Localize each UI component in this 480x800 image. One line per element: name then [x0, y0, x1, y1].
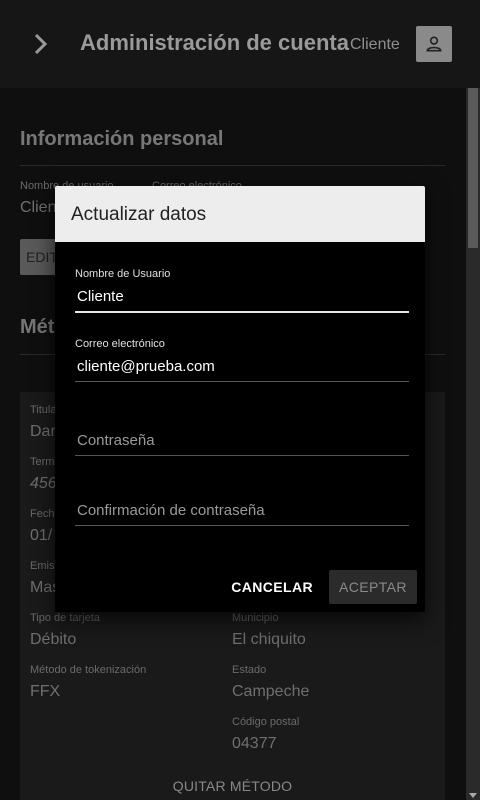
page-title: Administración de cuenta — [80, 30, 349, 55]
holder-value: Dar — [30, 423, 56, 440]
divider — [20, 165, 445, 166]
scroll-down-arrow-icon[interactable] — [469, 793, 477, 798]
terminal-value: 456 — [30, 475, 57, 492]
zip-value: 04377 — [232, 735, 277, 752]
scrollbar-thumb[interactable] — [468, 88, 478, 248]
card-type-label: Tipo de tarjeta — [30, 612, 100, 624]
remove-method-button[interactable]: QUITAR MÉTODO — [20, 778, 445, 794]
app-bar: Administración de cuenta Cliente — [0, 0, 480, 88]
person-icon — [426, 36, 442, 52]
state-value: Campeche — [232, 683, 310, 700]
dialog-actions: CANCELAR ACEPTAR — [231, 570, 417, 604]
card-type-value: Débito — [30, 631, 77, 648]
tokenization-label: Método de tokenización — [30, 664, 147, 676]
email-field: Correo electrónico — [75, 338, 409, 382]
user-name-label: Cliente — [350, 36, 400, 53]
username-field-label: Nombre de Usuario — [75, 268, 171, 280]
email-field-label: Correo electrónico — [75, 338, 165, 350]
municipality-value: El chiquito — [232, 631, 306, 648]
dialog-title: Actualizar datos — [71, 204, 207, 225]
username-value: Clien — [20, 199, 57, 216]
state-label: Estado — [232, 664, 267, 676]
issuer-label: Emis — [30, 560, 55, 572]
password-field — [75, 424, 409, 456]
field-underline — [75, 455, 409, 456]
username-field: Nombre de Usuario — [75, 268, 409, 313]
tokenization-value: FFX — [30, 683, 61, 700]
field-underline — [75, 311, 409, 313]
accept-button[interactable]: ACEPTAR — [329, 570, 417, 604]
field-underline — [75, 525, 409, 526]
page-scrollbar[interactable] — [466, 88, 480, 800]
username-input[interactable] — [75, 280, 409, 311]
password-confirm-input[interactable] — [75, 494, 409, 525]
cancel-button[interactable]: CANCELAR — [231, 571, 313, 603]
email-input[interactable] — [75, 350, 409, 381]
dialog-header: Actualizar datos — [55, 186, 425, 242]
update-data-dialog: Actualizar datos Nombre de Usuario Corre… — [55, 186, 425, 612]
terminal-label: Term — [30, 456, 55, 468]
municipality-label: Municipio — [232, 612, 279, 624]
payment-methods-title: Mét — [20, 316, 55, 338]
password-input[interactable] — [75, 424, 409, 455]
field-underline — [75, 381, 409, 382]
chevron-right-icon[interactable] — [30, 32, 52, 56]
zip-label: Código postal — [232, 716, 300, 728]
date-value: 01/ — [30, 527, 53, 544]
password-confirm-field — [75, 494, 409, 526]
holder-label: Titula — [30, 404, 57, 416]
personal-info-title: Información personal — [20, 128, 224, 150]
avatar[interactable] — [416, 26, 452, 62]
